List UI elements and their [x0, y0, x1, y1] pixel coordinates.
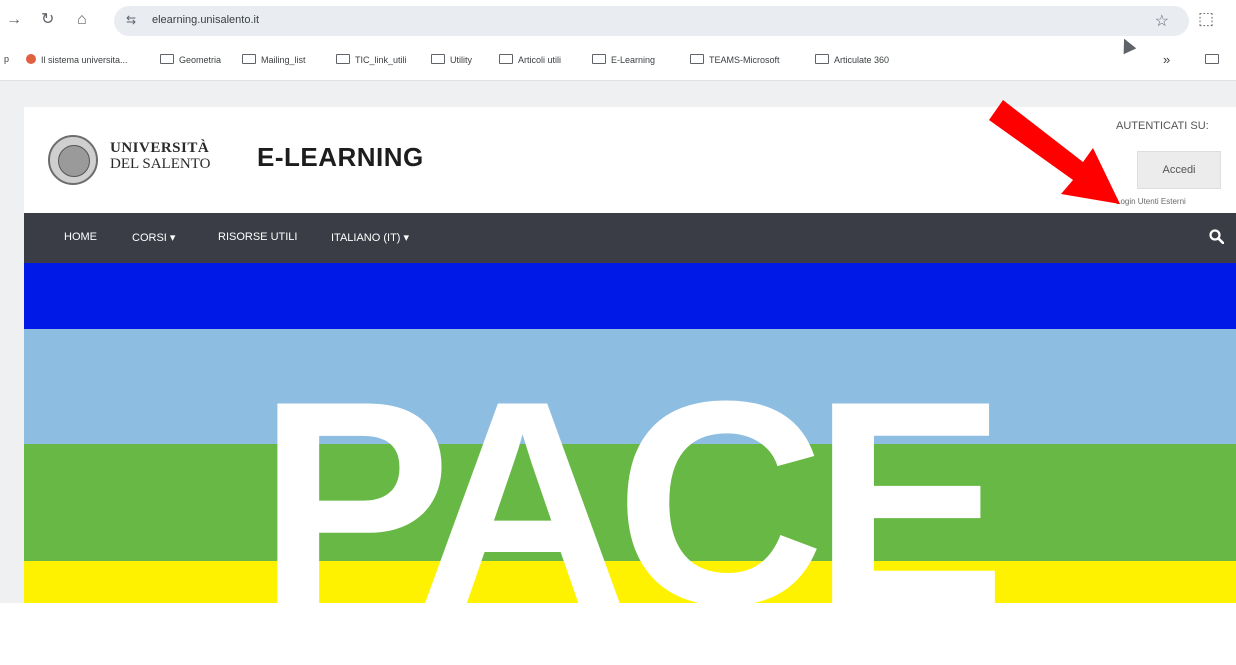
bookmark-item[interactable]: Mailing_list — [242, 54, 306, 65]
folder-icon — [336, 54, 350, 64]
logo-line-1: UNIVERSITÀ — [110, 140, 210, 156]
home-icon[interactable]: ⌂ — [77, 10, 87, 30]
banner-pace-text: PACE — [258, 341, 1006, 665]
reload-icon[interactable]: ↻ — [41, 10, 54, 30]
url-text[interactable]: elearning.unisalento.it — [152, 14, 259, 26]
folder-icon — [431, 54, 445, 64]
site-settings-icon[interactable]: ⇆ — [126, 13, 136, 27]
forward-icon[interactable]: → — [6, 10, 22, 30]
search-icon[interactable] — [1209, 229, 1224, 244]
main-navbar: HOME CORSI ▾ RISORSE UTILI ITALIANO (IT)… — [24, 213, 1236, 263]
folder-icon — [815, 54, 829, 64]
bookmark-truncated[interactable]: p — [4, 54, 9, 64]
browser-toolbar: → ↻ ⌂ ⇆ elearning.unisalento.it ☆ ⬚ — [0, 0, 1236, 42]
university-logo[interactable]: UNIVERSITÀ DEL SALENTO — [110, 140, 210, 172]
folder-icon — [690, 54, 704, 64]
login-button[interactable]: Accedi — [1137, 151, 1221, 189]
bookmark-star-icon[interactable]: ☆ — [1155, 11, 1169, 31]
folder-icon — [242, 54, 256, 64]
site-favicon-icon — [26, 54, 36, 64]
more-bookmarks-button[interactable]: » — [1163, 52, 1170, 67]
site-title[interactable]: E-LEARNING — [257, 142, 424, 173]
nav-language[interactable]: ITALIANO (IT) ▾ — [331, 231, 409, 244]
folder-icon — [592, 54, 606, 64]
nav-home[interactable]: HOME — [64, 231, 97, 243]
university-seal-icon[interactable] — [48, 135, 98, 185]
bookmark-item[interactable]: Geometria — [160, 54, 221, 65]
folder-icon — [1205, 54, 1219, 64]
nav-risorse-utili[interactable]: RISORSE UTILI — [218, 231, 297, 243]
bookmark-item[interactable]: Utility — [431, 54, 472, 65]
bookmark-item[interactable]: TEAMS-Microsoft — [690, 54, 780, 65]
folder-icon — [160, 54, 174, 64]
bookmarks-bar: p Il sistema universita... Geometria Mai… — [0, 42, 1236, 81]
bookmark-item[interactable]: Il sistema universita... — [26, 54, 128, 65]
bookmark-item[interactable]: Articulate 360 — [815, 54, 889, 65]
flag-stripe-blue — [24, 263, 1236, 329]
address-bar[interactable]: ⇆ elearning.unisalento.it ☆ — [114, 6, 1189, 36]
bookmark-item[interactable]: TIC_link_utili — [336, 54, 407, 65]
other-bookmarks-folder[interactable] — [1205, 54, 1224, 65]
bookmark-item[interactable]: E-Learning — [592, 54, 655, 65]
folder-icon — [499, 54, 513, 64]
nav-corsi[interactable]: CORSI ▾ — [132, 231, 175, 244]
extensions-icon[interactable]: ⬚ — [1198, 9, 1214, 29]
red-arrow-icon — [989, 100, 1120, 204]
logo-line-2: DEL SALENTO — [110, 156, 211, 172]
bookmark-item[interactable]: Articoli utili — [499, 54, 561, 65]
